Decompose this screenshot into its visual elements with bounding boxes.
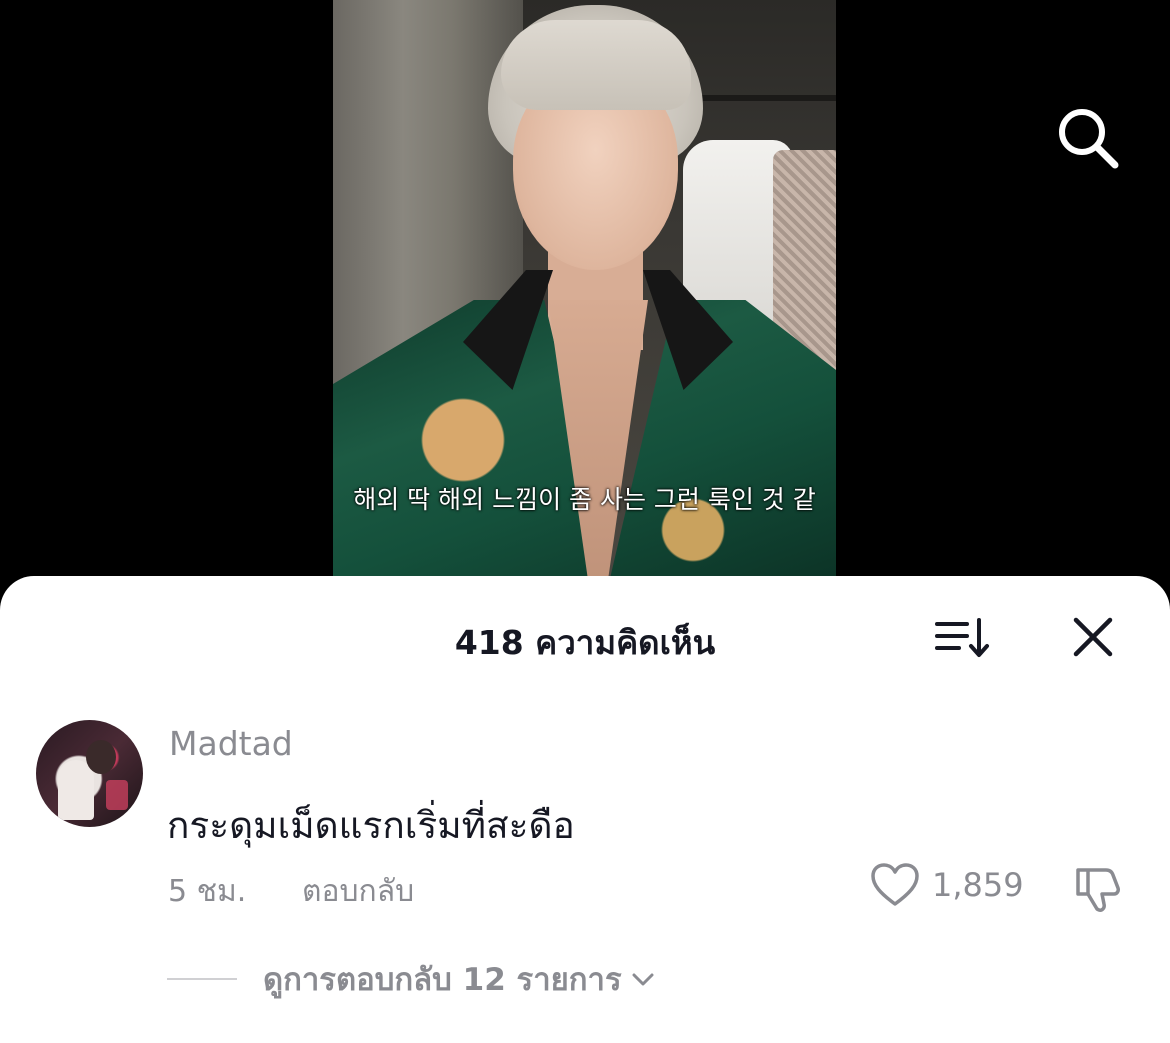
view-replies-label: ดูการตอบกลับ 12 รายการ [263, 962, 622, 998]
avatar-figure-head [86, 740, 116, 774]
comments-count-title: 418 ความคิดเห็น [454, 623, 716, 662]
search-icon [1059, 109, 1119, 169]
replies-divider-line [167, 978, 237, 980]
avatar[interactable] [36, 720, 143, 827]
video-clothes-rack [693, 95, 836, 101]
comments-sheet: 418 ความคิดเห็น Madtad กระดุมเม็ดแรกเริ่… [0, 576, 1170, 1043]
heart-icon [871, 863, 919, 906]
view-replies-button[interactable]: ดูการตอบกลับ 12 รายการ [167, 954, 656, 1004]
close-icon [1073, 617, 1113, 657]
comment-text: กระดุมเม็ดแรกเริ่มที่สะดือ [167, 804, 575, 847]
comment-item: Madtad กระดุมเม็ดแรกเริ่มที่สะดือ 5 ชม. … [0, 716, 1170, 956]
chevron-down-icon [632, 973, 654, 986]
close-comments-button[interactable] [1072, 616, 1114, 658]
comment-username[interactable]: Madtad [169, 724, 293, 763]
avatar-figure [58, 760, 94, 820]
sort-icon [935, 618, 989, 657]
dislike-button[interactable] [1072, 862, 1124, 914]
search-button[interactable] [1055, 105, 1121, 171]
thumbs-down-icon [1076, 868, 1120, 912]
comment-timestamp: 5 ชม. [168, 874, 247, 909]
reply-button[interactable]: ตอบกลับ [302, 868, 414, 915]
like-button[interactable]: 1,859 [870, 860, 1024, 910]
like-count: 1,859 [932, 866, 1024, 904]
avatar-background-light [106, 780, 128, 810]
video-person-fringe [501, 20, 691, 110]
sort-comments-button[interactable] [934, 616, 992, 660]
video-subtitle: 해외 딱 해외 느낌이 좀 사는 그런 룩인 것 같 [353, 485, 816, 514]
video-player[interactable]: 해외 딱 해외 느낌이 좀 사는 그런 룩인 것 같 [0, 0, 1170, 600]
